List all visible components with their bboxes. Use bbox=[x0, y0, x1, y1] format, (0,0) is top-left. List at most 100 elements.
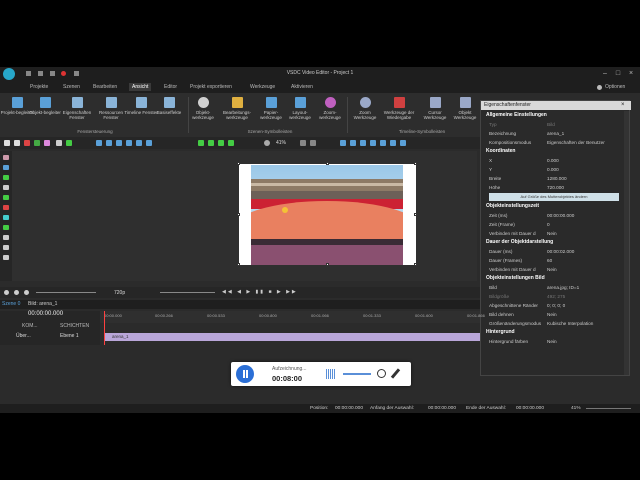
minimize-button[interactable]: – bbox=[600, 69, 610, 78]
align-icon[interactable] bbox=[106, 140, 112, 146]
align-icon[interactable] bbox=[146, 140, 152, 146]
shape-tool-icon[interactable] bbox=[3, 195, 9, 200]
resolution-label[interactable]: 720p bbox=[114, 290, 125, 296]
effect-tool-icon[interactable] bbox=[3, 175, 9, 180]
properties-section-header[interactable]: Objekteinstellungszeit bbox=[481, 202, 623, 211]
zoom-werkzeuge-timeline-button[interactable]: Zoom Werkzeuge bbox=[348, 95, 382, 120]
record-icon[interactable] bbox=[61, 71, 66, 76]
wiedergabe-werkzeuge-button[interactable]: Werkzeuge der Wiedergabe bbox=[382, 95, 416, 120]
layout-icon[interactable] bbox=[380, 140, 386, 146]
zoom-reset-icon[interactable] bbox=[24, 290, 29, 295]
quick-access-icon[interactable] bbox=[50, 71, 55, 76]
property-row[interactable]: Bildgröße 492; 275 bbox=[481, 292, 623, 301]
track-label[interactable]: Über... bbox=[16, 333, 31, 339]
resize-handle[interactable] bbox=[326, 162, 329, 165]
property-row[interactable]: Typ Bild bbox=[481, 120, 623, 129]
property-value[interactable]: 00:00:02.000 bbox=[543, 247, 623, 256]
text-tool-icon[interactable] bbox=[3, 235, 9, 240]
rect-tool-icon[interactable] bbox=[3, 215, 9, 220]
align-icon[interactable] bbox=[136, 140, 142, 146]
zoom-icon[interactable] bbox=[264, 140, 270, 146]
resize-handle[interactable] bbox=[237, 162, 240, 165]
properties-close-icon[interactable]: × bbox=[621, 102, 628, 109]
timeline-clip[interactable]: arena_1 bbox=[104, 333, 480, 341]
timeline-ruler[interactable]: 00:00.000 00:00.266 00:00.533 00:00.800 … bbox=[100, 311, 485, 323]
color-tool-icon[interactable] bbox=[44, 140, 50, 146]
property-value[interactable]: 0 bbox=[543, 220, 623, 229]
properties-section-header[interactable]: Objekteinstellungen Bild bbox=[481, 274, 623, 283]
ressourcen-fenster-button[interactable]: Ressourcen Fenster bbox=[94, 95, 128, 120]
quick-access-icon[interactable] bbox=[38, 71, 43, 76]
property-row[interactable]: Dauer (Frames) 60 bbox=[481, 256, 623, 265]
property-value[interactable]: 1280.000 bbox=[543, 174, 623, 183]
layout-icon[interactable] bbox=[350, 140, 356, 146]
options-menu[interactable]: Optionen bbox=[602, 83, 628, 91]
resize-to-parent-button[interactable]: Auf Größe des Mutterobjektes ändern bbox=[489, 193, 619, 201]
subtitle-tool-icon[interactable] bbox=[3, 245, 9, 250]
property-row[interactable]: Breite 1280.000 bbox=[481, 174, 623, 183]
property-value[interactable]: Bild bbox=[543, 120, 623, 129]
playhead[interactable] bbox=[104, 311, 105, 345]
property-value[interactable]: Nein bbox=[543, 337, 623, 346]
resize-handle[interactable] bbox=[326, 263, 329, 266]
color-tool-icon[interactable] bbox=[34, 140, 40, 146]
layout-icon[interactable] bbox=[400, 140, 406, 146]
objekt-werkzeuge-timeline-button[interactable]: Objekt Werkzeuge bbox=[448, 95, 482, 120]
properties-scrollbar[interactable] bbox=[624, 111, 629, 375]
property-value[interactable]: Nein bbox=[543, 265, 623, 274]
property-row[interactable]: Bild dehnen Nein bbox=[481, 310, 623, 319]
chart-tool-icon[interactable] bbox=[3, 155, 9, 160]
sprite-tool-icon[interactable] bbox=[3, 255, 9, 260]
layout-icon[interactable] bbox=[370, 140, 376, 146]
volume-slider[interactable] bbox=[160, 292, 215, 293]
objekt-begleiter-button[interactable]: Objekt-begleiter bbox=[28, 95, 62, 115]
property-value[interactable]: 60 bbox=[543, 256, 623, 265]
property-value[interactable]: 492; 275 bbox=[543, 292, 623, 301]
arena-image[interactable] bbox=[251, 165, 403, 265]
menu-aktivieren[interactable]: Aktivieren bbox=[288, 83, 316, 91]
properties-section-header[interactable]: Dauer der Objektdarstellung bbox=[481, 238, 623, 247]
align-icon[interactable] bbox=[126, 140, 132, 146]
hand-tool-icon[interactable] bbox=[14, 140, 20, 146]
tab-scene[interactable]: Szene 0 bbox=[2, 301, 20, 307]
layer-name[interactable]: Ebene 1 bbox=[60, 333, 79, 339]
play-controls[interactable]: ◀◀ ◀ ▶ ▮▮ ■ ▶ ▶▶ bbox=[222, 289, 412, 296]
property-row[interactable]: Kompositionsmodus Eigenschaften der Benut… bbox=[481, 138, 623, 147]
property-row[interactable]: Zeit (Frame) 0 bbox=[481, 220, 623, 229]
property-value[interactable]: Nein bbox=[543, 229, 623, 238]
property-value[interactable]: Kubische Interpolation bbox=[543, 319, 623, 328]
eigenschaften-fenster-button[interactable]: Eigenschaften Fenster bbox=[60, 95, 94, 120]
zoom-slider[interactable] bbox=[36, 292, 96, 293]
properties-section-header[interactable]: Koordinaten bbox=[481, 147, 623, 156]
close-button[interactable]: × bbox=[626, 69, 636, 78]
layer-order-icon[interactable] bbox=[198, 140, 204, 146]
property-row[interactable]: Höhe 720.000 bbox=[481, 183, 623, 192]
property-row[interactable]: Bild arena.jpg; ID=1 bbox=[481, 283, 623, 292]
property-value[interactable]: 0.000 bbox=[543, 165, 623, 174]
menu-projekt-exportieren[interactable]: Projekt exportieren bbox=[187, 83, 235, 91]
property-value[interactable]: 00:00:00.000 bbox=[543, 211, 623, 220]
layout-icon[interactable] bbox=[360, 140, 366, 146]
ellipse-tool-icon[interactable] bbox=[3, 225, 9, 230]
redo-icon[interactable] bbox=[66, 140, 72, 146]
property-row[interactable]: Verbinden mit Dauer d Nein bbox=[481, 265, 623, 274]
layer-order-icon[interactable] bbox=[218, 140, 224, 146]
fullscreen-icon[interactable] bbox=[310, 140, 316, 146]
menu-editor[interactable]: Editor bbox=[161, 83, 180, 91]
mask-tool-icon[interactable] bbox=[3, 205, 9, 210]
align-icon[interactable] bbox=[96, 140, 102, 146]
property-value[interactable]: 720.000 bbox=[543, 183, 623, 192]
volume-slider[interactable] bbox=[343, 373, 371, 375]
zoom-level[interactable]: 41% bbox=[276, 140, 286, 146]
properties-section-header[interactable]: Allgemeine Einstellungen bbox=[481, 111, 623, 120]
property-value[interactable]: 0; 0; 0; 0 bbox=[543, 301, 623, 310]
grid-icon[interactable] bbox=[300, 140, 306, 146]
property-row[interactable]: Dauer (ms) 00:00:02.000 bbox=[481, 247, 623, 256]
status-zoom-slider[interactable] bbox=[586, 408, 631, 409]
zoom-werkzeuge-button[interactable]: Zoom-werkzeuge bbox=[313, 95, 347, 120]
color-tool-icon[interactable] bbox=[24, 140, 30, 146]
cursor-tool-icon[interactable] bbox=[4, 140, 10, 146]
zoom-out-icon[interactable] bbox=[14, 290, 19, 295]
video-tool-icon[interactable] bbox=[3, 165, 9, 170]
basiseffekte-button[interactable]: Basiseffekte bbox=[152, 95, 186, 115]
